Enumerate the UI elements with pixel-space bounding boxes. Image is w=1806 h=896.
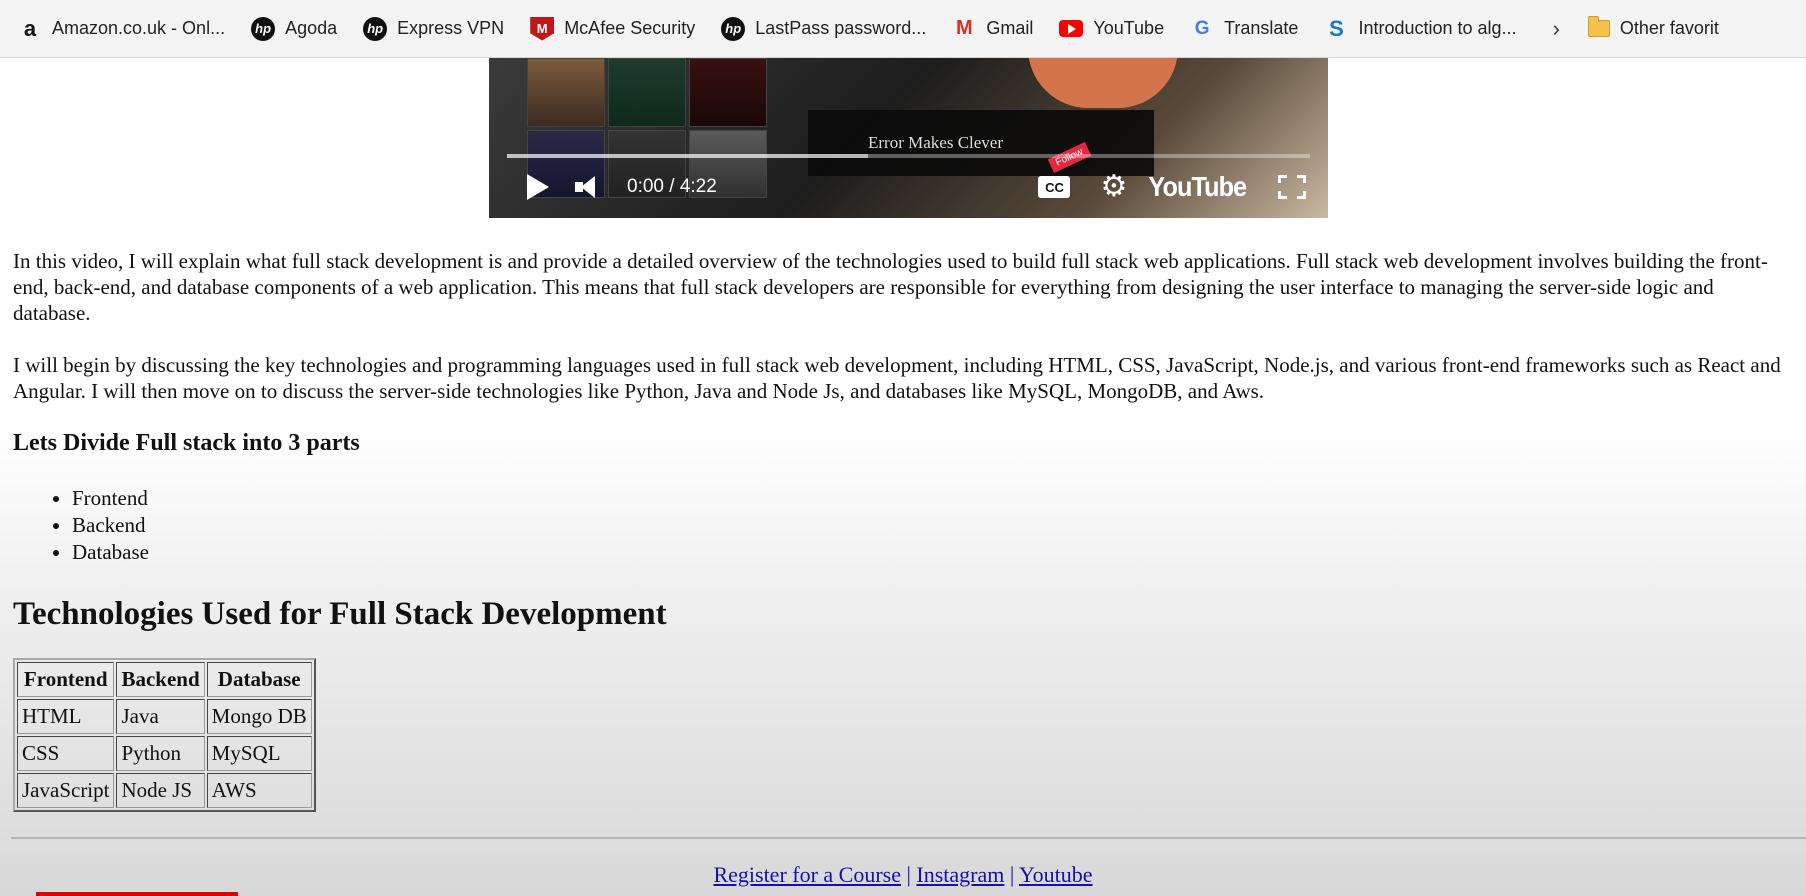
hp-icon: hp bbox=[251, 16, 276, 41]
gmail-icon: M bbox=[955, 17, 973, 39]
table-row: HTML Java Mongo DB bbox=[17, 699, 312, 734]
table-cell: HTML bbox=[17, 699, 115, 734]
bookmark-label: Translate bbox=[1224, 18, 1299, 38]
thumbnail bbox=[527, 58, 605, 127]
youtube-logo[interactable]: YouTube bbox=[1149, 171, 1248, 203]
table-cell: CSS bbox=[17, 736, 115, 771]
channel-name: Error Makes Clever bbox=[868, 133, 1004, 152]
bookmark-label: Gmail bbox=[986, 18, 1034, 38]
register-course-link[interactable]: Register for a Course bbox=[713, 862, 901, 887]
bookmark-label: YouTube bbox=[1093, 18, 1165, 38]
bookmark-lastpass[interactable]: hp LastPass password... bbox=[721, 16, 927, 41]
column-header: Database bbox=[206, 662, 312, 697]
technologies-table: Frontend Backend Database HTML Java Mong… bbox=[13, 658, 316, 812]
footer-divider bbox=[11, 837, 1806, 839]
table-cell: AWS bbox=[206, 773, 312, 808]
video-player[interactable]: Error Makes Clever Follow 0:00 / 4:22 CC… bbox=[489, 58, 1328, 218]
table-header-row: Frontend Backend Database bbox=[17, 662, 312, 697]
technologies-heading: Technologies Used for Full Stack Develop… bbox=[13, 596, 667, 632]
separator: | bbox=[1009, 862, 1015, 887]
table-row: CSS Python MySQL bbox=[17, 736, 312, 771]
intro-icon: S bbox=[1329, 15, 1344, 41]
page-video-progress bbox=[36, 892, 238, 896]
play-icon[interactable] bbox=[527, 174, 549, 200]
mcafee-icon: M bbox=[530, 16, 555, 41]
bookmark-youtube[interactable]: YouTube bbox=[1059, 18, 1164, 39]
separator: | bbox=[906, 862, 911, 887]
chevron-right-icon[interactable]: › bbox=[1553, 16, 1560, 42]
technologies-paragraph: I will begin by discussing the key techn… bbox=[13, 353, 1781, 403]
folder-icon bbox=[1587, 16, 1610, 37]
bookmarks-bar: a Amazon.co.uk - Onl... hp Agoda hp Expr… bbox=[0, 0, 1806, 58]
column-header: Backend bbox=[116, 662, 205, 697]
bookmark-label: Agoda bbox=[285, 18, 338, 38]
thumbnail bbox=[608, 58, 686, 127]
article-content: In this video, I will explain what full … bbox=[13, 248, 1793, 812]
table-cell: Python bbox=[116, 736, 205, 771]
table-cell: Java bbox=[116, 699, 205, 734]
bookmark-label: Amazon.co.uk - Onl... bbox=[52, 18, 226, 38]
instagram-link[interactable]: Instagram bbox=[916, 862, 1004, 887]
table-cell: MySQL bbox=[206, 736, 312, 771]
column-header: Frontend bbox=[17, 662, 115, 697]
table-cell: Node JS bbox=[116, 773, 205, 808]
parts-list: Frontend Backend Database bbox=[72, 485, 1793, 566]
other-favorites-label: Other favorit bbox=[1619, 18, 1719, 38]
bookmark-label: LastPass password... bbox=[755, 18, 927, 38]
thumbnail bbox=[689, 58, 767, 127]
gear-icon[interactable]: ⚙ bbox=[1100, 172, 1127, 202]
youtube-link[interactable]: Youtube bbox=[1019, 862, 1093, 887]
bookmark-intro-algorithms[interactable]: S Introduction to alg... bbox=[1324, 15, 1517, 41]
other-favorites-folder[interactable]: Other favorit bbox=[1587, 16, 1719, 39]
video-time: 0:00 / 4:22 bbox=[627, 176, 717, 197]
youtube-icon bbox=[1059, 20, 1084, 37]
intro-paragraph: In this video, I will explain what full … bbox=[13, 249, 1768, 325]
bookmark-label: Express VPN bbox=[397, 18, 505, 38]
bookmark-agoda[interactable]: hp Agoda bbox=[251, 16, 338, 41]
table-cell: JavaScript bbox=[17, 773, 115, 808]
fullscreen-icon[interactable] bbox=[1278, 175, 1306, 199]
bookmark-gmail[interactable]: M Gmail bbox=[952, 17, 1033, 41]
bookmark-translate[interactable]: G Translate bbox=[1190, 17, 1299, 41]
bookmark-express-vpn[interactable]: hp Express VPN bbox=[363, 16, 505, 41]
bookmark-amazon[interactable]: a Amazon.co.uk - Onl... bbox=[18, 15, 226, 41]
video-background-object bbox=[1028, 58, 1178, 108]
bookmark-label: Introduction to alg... bbox=[1358, 18, 1517, 38]
divide-heading: Lets Divide Full stack into 3 parts bbox=[13, 430, 360, 456]
volume-icon[interactable] bbox=[575, 174, 603, 200]
table-cell: Mongo DB bbox=[206, 699, 312, 734]
bookmark-label: McAfee Security bbox=[564, 18, 696, 38]
list-item: Database bbox=[72, 539, 1793, 566]
bookmark-mcafee[interactable]: M McAfee Security bbox=[530, 16, 696, 41]
hp-icon: hp bbox=[721, 16, 746, 41]
list-item: Frontend bbox=[72, 485, 1793, 512]
hp-icon: hp bbox=[363, 16, 388, 41]
translate-icon: G bbox=[1194, 17, 1210, 39]
amazon-icon: a bbox=[23, 15, 37, 41]
list-item: Backend bbox=[72, 512, 1793, 539]
table-row: JavaScript Node JS AWS bbox=[17, 773, 312, 808]
cc-icon[interactable]: CC bbox=[1038, 176, 1071, 198]
footer-links: Register for a Course | Instagram | Yout… bbox=[0, 862, 1806, 888]
player-controls: 0:00 / 4:22 CC ⚙ YouTube bbox=[489, 156, 1328, 218]
